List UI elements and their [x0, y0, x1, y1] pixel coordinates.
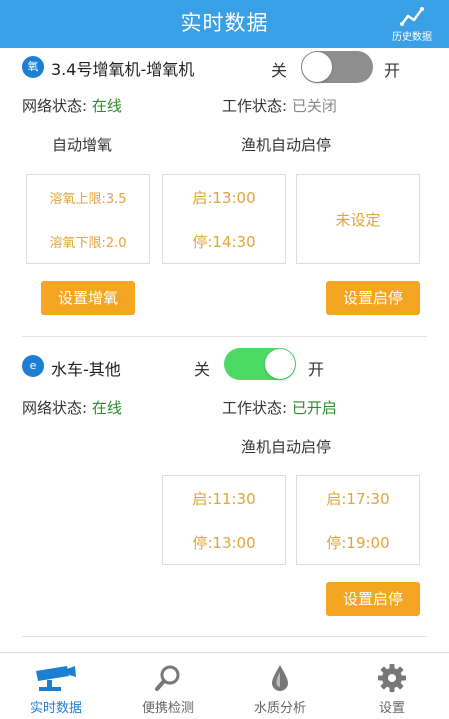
work-status-value: 已开启 [291, 399, 337, 417]
network-status-label: 网络状态: [22, 399, 92, 417]
device-name: 水车-其他 [51, 360, 121, 379]
app-header: 实时数据 历史数据 [0, 0, 449, 48]
search-icon [155, 665, 180, 691]
device-list[interactable]: 氧 3.4号增氧机-增氧机 关 开 网络状态: 在线 工作状态: 已关闭 自动增… [0, 48, 449, 652]
switch-on-label: 开 [384, 61, 401, 80]
auto-start-stop-title: 渔机自动启停 [241, 136, 332, 154]
line-chart-icon [400, 7, 424, 26]
schedule-box[interactable]: 未设定 [296, 174, 420, 264]
toggle-knob [302, 52, 332, 82]
schedule-box[interactable]: 启:11:30 停:13:00 [162, 475, 286, 565]
tab-water-quality[interactable]: 水质分析 [224, 653, 336, 719]
camera-icon [36, 666, 76, 691]
oxygen-lower-limit: 溶氧下限:2.0 [49, 236, 127, 251]
schedule-start-time: 启:13:00 [192, 189, 256, 207]
tab-label: 便携检测 [141, 701, 194, 716]
oxygen-limits-box[interactable]: 溶氧上限:3.5 溶氧下限:2.0 [26, 174, 150, 264]
device-divider [22, 336, 427, 337]
power-toggle[interactable] [301, 51, 373, 83]
water-drop-icon [272, 665, 288, 691]
tab-label: 设置 [378, 701, 405, 716]
tab-label: 水质分析 [253, 701, 306, 716]
gear-icon [378, 664, 406, 692]
set-start-stop-button[interactable]: 设置启停 [326, 281, 420, 315]
work-status: 工作状态: 已开启 [222, 397, 337, 418]
device-divider [22, 636, 427, 637]
tab-settings[interactable]: 设置 [336, 653, 448, 719]
work-status: 工作状态: 已关闭 [222, 95, 337, 116]
history-data-button[interactable]: 历史数据 [383, 2, 441, 46]
auto-start-stop-title: 渔机自动启停 [241, 438, 332, 456]
schedule-stop-time: 停:13:00 [192, 534, 256, 552]
schedule-box[interactable]: 启:17:30 停:19:00 [296, 475, 420, 565]
schedule-start-time: 启:11:30 [192, 490, 256, 508]
schedule-stop-time: 停:14:30 [192, 233, 256, 251]
device-type-icon: e [22, 355, 44, 377]
set-start-stop-button[interactable]: 设置启停 [326, 582, 420, 616]
device-card: 氧 3.4号增氧机-增氧机 关 开 网络状态: 在线 工作状态: 已关闭 自动增… [0, 48, 449, 338]
power-toggle[interactable] [224, 348, 296, 380]
toggle-knob [265, 349, 295, 379]
history-data-label: 历史数据 [392, 32, 432, 43]
schedule-unset: 未设定 [335, 211, 381, 229]
auto-oxygen-title: 自动增氧 [52, 136, 113, 154]
switch-off-label: 关 [271, 61, 288, 80]
tab-label: 实时数据 [29, 701, 82, 716]
schedule-stop-time: 停:19:00 [326, 534, 390, 552]
tab-realtime-data[interactable]: 实时数据 [0, 653, 112, 719]
device-type-icon: 氧 [22, 56, 44, 78]
schedule-box[interactable]: 启:13:00 停:14:30 [162, 174, 286, 264]
work-status-value: 已关闭 [291, 97, 337, 115]
network-status: 网络状态: 在线 [22, 95, 122, 116]
work-status-label: 工作状态: [222, 399, 292, 417]
switch-on-label: 开 [308, 360, 325, 379]
network-status-label: 网络状态: [22, 97, 92, 115]
network-status-value: 在线 [91, 97, 122, 115]
work-status-label: 工作状态: [222, 97, 292, 115]
network-status-value: 在线 [91, 399, 122, 417]
device-name: 3.4号增氧机-增氧机 [51, 60, 195, 79]
tab-portable-detection[interactable]: 便携检测 [112, 653, 224, 719]
device-card: e 水车-其他 关 开 网络状态: 在线 工作状态: 已开启 渔机自动启停 启:… [0, 338, 449, 638]
schedule-start-time: 启:17:30 [326, 490, 390, 508]
oxygen-upper-limit: 溶氧上限:3.5 [49, 192, 127, 207]
switch-off-label: 关 [194, 360, 211, 379]
page-title: 实时数据 [180, 11, 269, 35]
set-oxygen-button[interactable]: 设置增氧 [41, 281, 135, 315]
network-status: 网络状态: 在线 [22, 397, 122, 418]
bottom-tab-bar: 实时数据 便携检测 水质分析 设置 [0, 652, 449, 719]
